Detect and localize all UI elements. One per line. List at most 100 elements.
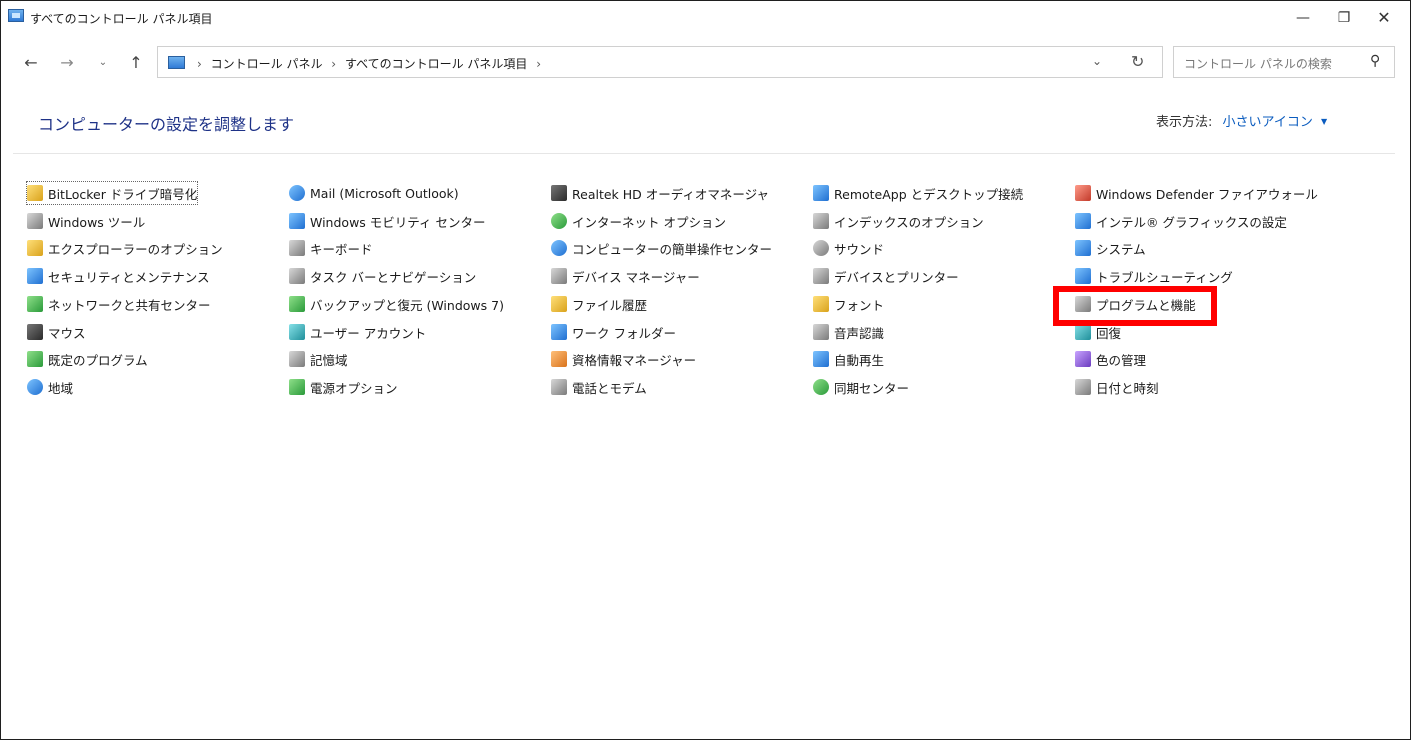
item-label: ネットワークと共有センター <box>48 297 211 313</box>
list-item[interactable]: 既定のプログラム <box>27 348 148 370</box>
item-label: 既定のプログラム <box>48 352 148 368</box>
item-label: Mail (Microsoft Outlook) <box>310 185 459 201</box>
item-label: ワーク フォルダー <box>572 325 676 341</box>
realtek-audio-icon <box>551 185 567 201</box>
list-item[interactable]: Windows モビリティ センター <box>289 210 486 232</box>
fonts-icon <box>813 296 829 312</box>
item-label: Windows Defender ファイアウォール <box>1096 186 1318 202</box>
minimize-button[interactable]: — <box>1283 6 1323 32</box>
work-folders-icon <box>551 324 567 340</box>
maximize-button[interactable]: ❐ <box>1324 6 1364 32</box>
list-item[interactable]: 日付と時刻 <box>1075 376 1159 398</box>
list-item[interactable]: Windows Defender ファイアウォール <box>1075 182 1318 204</box>
refresh-icon[interactable]: ↻ <box>1131 52 1144 71</box>
autoplay-icon <box>813 351 829 367</box>
search-icon[interactable]: ⚲ <box>1370 53 1380 69</box>
list-item[interactable]: インターネット オプション <box>551 210 726 232</box>
control-panel-window: すべてのコントロール パネル項目 — ❐ ✕ ← → ⌄ ↑ › コントロール … <box>0 0 1411 740</box>
list-item[interactable]: Mail (Microsoft Outlook) <box>289 182 459 204</box>
mail-icon <box>289 185 305 201</box>
list-item[interactable]: デバイスとプリンター <box>813 265 959 287</box>
item-label: トラブルシューティング <box>1096 269 1233 285</box>
recent-locations-chevron-icon[interactable]: ⌄ <box>91 51 115 75</box>
list-item[interactable]: RemoteApp とデスクトップ接続 <box>813 182 1023 204</box>
list-item[interactable]: バックアップと復元 (Windows 7) <box>289 293 504 315</box>
list-item[interactable]: キーボード <box>289 237 373 259</box>
mobility-center-icon <box>289 213 305 229</box>
up-arrow-icon[interactable]: ↑ <box>124 51 148 75</box>
item-label: インテル® グラフィックスの設定 <box>1096 214 1287 230</box>
list-item[interactable]: ネットワークと共有センター <box>27 293 211 315</box>
list-item[interactable]: ユーザー アカウント <box>289 321 426 343</box>
item-label: タスク バーとナビゲーション <box>310 269 477 285</box>
item-label: セキュリティとメンテナンス <box>48 269 210 285</box>
list-item[interactable]: デバイス マネージャー <box>551 265 700 287</box>
item-label: 電話とモデム <box>572 380 647 396</box>
list-item[interactable]: インテル® グラフィックスの設定 <box>1075 210 1287 232</box>
breadcrumb-separator[interactable]: › <box>197 57 202 71</box>
item-label: フォント <box>834 297 885 313</box>
item-label: BitLocker ドライブ暗号化 <box>48 186 198 202</box>
keyboard-icon <box>289 240 305 256</box>
list-item[interactable]: BitLocker ドライブ暗号化 <box>25 181 199 205</box>
list-item[interactable]: 資格情報マネージャー <box>551 348 696 370</box>
item-label: 記憶域 <box>310 352 348 368</box>
item-label: ユーザー アカウント <box>310 325 427 341</box>
view-by-label: 表示方法: <box>1156 115 1213 130</box>
highlight-box <box>1053 286 1217 326</box>
list-item[interactable]: マウス <box>27 321 86 343</box>
list-item[interactable]: 同期センター <box>813 376 909 398</box>
list-item[interactable]: 音声認識 <box>813 321 884 343</box>
item-label: Windows ツール <box>48 214 146 230</box>
file-history-icon <box>551 296 567 312</box>
backup-icon <box>289 296 305 312</box>
close-button[interactable]: ✕ <box>1364 6 1404 32</box>
taskbar-icon <box>289 268 305 284</box>
list-item[interactable]: フォント <box>813 293 884 315</box>
control-panel-icon <box>8 9 24 22</box>
firewall-icon <box>1075 185 1091 201</box>
search-placeholder: コントロール パネルの検索 <box>1184 57 1332 71</box>
breadcrumb-all-items[interactable]: すべてのコントロール パネル項目 <box>345 57 528 71</box>
recovery-icon <box>1075 324 1091 340</box>
view-by-dropdown[interactable]: 小さいアイコン <box>1223 115 1313 130</box>
list-item[interactable]: 地域 <box>27 376 73 398</box>
list-item[interactable]: 色の管理 <box>1075 348 1146 370</box>
list-item[interactable]: タスク バーとナビゲーション <box>289 265 476 287</box>
list-item[interactable]: 自動再生 <box>813 348 884 370</box>
forward-arrow-icon[interactable]: → <box>55 51 79 75</box>
list-item[interactable]: Realtek HD オーディオマネージャ <box>551 182 769 204</box>
breadcrumb-separator[interactable]: › <box>331 57 336 71</box>
caret-down-icon[interactable]: ▼ <box>1321 117 1327 126</box>
breadcrumb: › コントロール パネル › すべてのコントロール パネル項目 › <box>192 55 546 72</box>
item-label: 色の管理 <box>1096 352 1147 368</box>
list-item[interactable]: 記憶域 <box>289 348 348 370</box>
view-by: 表示方法: 小さいアイコン ▼ <box>1156 111 1327 130</box>
back-arrow-icon[interactable]: ← <box>19 51 43 75</box>
breadcrumb-separator[interactable]: › <box>536 57 541 71</box>
list-item[interactable]: インデックスのオプション <box>813 210 984 232</box>
storage-icon <box>289 351 305 367</box>
list-item[interactable]: システム <box>1075 237 1146 259</box>
list-item[interactable]: サウンド <box>813 237 884 259</box>
list-item[interactable]: ワーク フォルダー <box>551 321 676 343</box>
list-item[interactable]: トラブルシューティング <box>1075 265 1233 287</box>
phone-modem-icon <box>551 379 567 395</box>
address-bar[interactable]: › コントロール パネル › すべてのコントロール パネル項目 › ⌄ ↻ <box>157 46 1163 78</box>
item-label: 資格情報マネージャー <box>572 352 697 368</box>
system-icon <box>1075 240 1091 256</box>
list-item[interactable]: 電源オプション <box>289 376 398 398</box>
list-item[interactable]: 電話とモデム <box>551 376 647 398</box>
date-time-icon <box>1075 379 1091 395</box>
list-item[interactable]: Windows ツール <box>27 210 145 232</box>
credential-manager-icon <box>551 351 567 367</box>
list-item[interactable]: コンピューターの簡単操作センター <box>551 237 772 259</box>
list-item[interactable]: エクスプローラーのオプション <box>27 237 223 259</box>
breadcrumb-control-panel[interactable]: コントロール パネル <box>211 57 323 71</box>
address-dropdown-icon[interactable]: ⌄ <box>1092 54 1102 68</box>
power-options-icon <box>289 379 305 395</box>
search-input[interactable]: コントロール パネルの検索 ⚲ <box>1173 46 1395 78</box>
divider <box>13 153 1395 154</box>
list-item[interactable]: ファイル履歴 <box>551 293 647 315</box>
list-item[interactable]: セキュリティとメンテナンス <box>27 265 210 287</box>
